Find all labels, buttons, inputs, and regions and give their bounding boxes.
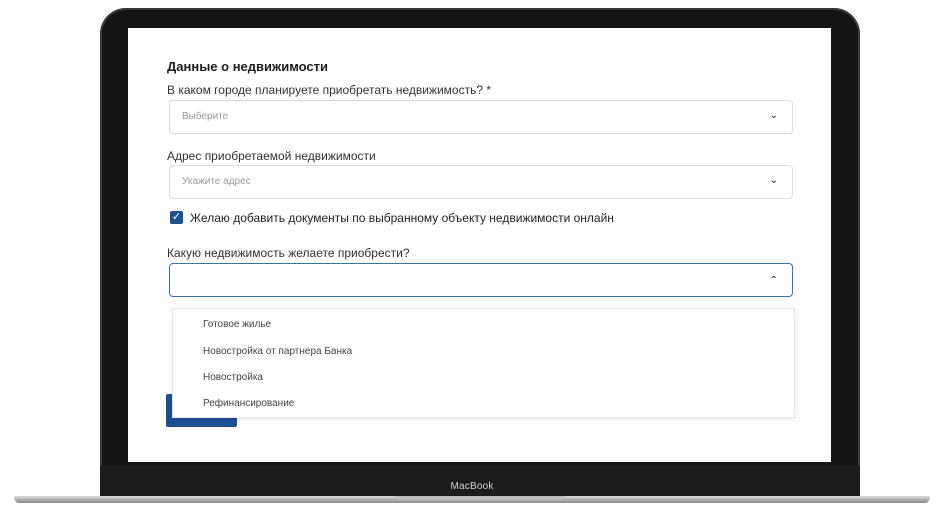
screen: Данные о недвижимости В каком городе пла… [128,28,831,462]
dropdown-option[interactable]: Рефинансирование [203,398,294,409]
address-select[interactable]: Укажите адрес ⌄ [169,165,793,199]
address-label: Адрес приобретаемой недвижимости [167,149,376,163]
dropdown-option[interactable]: Готовое жилье [203,319,271,330]
docs-checkbox-label: Желаю добавить документы по выбранному о… [190,211,614,225]
checkmark-icon: ✓ [171,211,182,223]
city-placeholder: Выберите [182,111,229,122]
chevron-down-icon: ⌄ [769,110,778,121]
city-label: В каком городе планируете приобретать не… [167,83,492,97]
laptop-notch [395,496,565,500]
address-placeholder: Укажите адрес [182,176,251,187]
chevron-down-icon: ⌄ [769,175,778,186]
chevron-up-icon: ⌃ [769,275,778,286]
property-type-select[interactable]: ⌃ [169,263,793,297]
docs-checkbox[interactable]: ✓ [170,211,183,224]
property-type-dropdown: Готовое жилье Новостройка от партнера Ба… [172,308,795,418]
section-title: Данные о недвижимости [167,59,329,74]
city-select[interactable]: Выберите ⌄ [169,100,793,134]
dropdown-option[interactable]: Новостройка от партнера Банка [203,346,352,357]
dropdown-option[interactable]: Новостройка [203,372,263,383]
property-type-label: Какую недвижимость желаете приобрести? [167,246,410,260]
laptop-brand-label: MacBook [450,481,494,492]
